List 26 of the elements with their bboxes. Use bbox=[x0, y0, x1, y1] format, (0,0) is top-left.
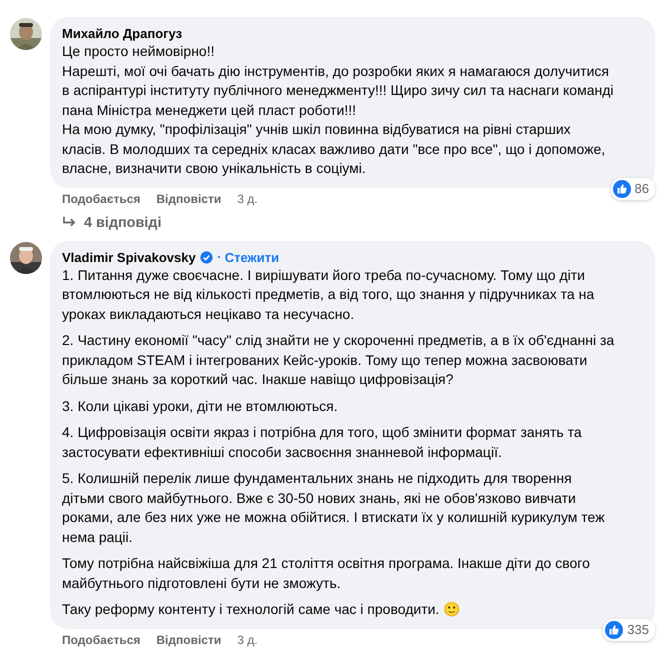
follow-link[interactable]: Стежити bbox=[224, 250, 280, 264]
comment-text: 3. Коли цікаві уроки, діти не втомлюються. bbox=[62, 396, 339, 416]
action-link[interactable]: Подобається bbox=[62, 632, 140, 646]
comment-text: Тому потрібна найсвіжіша для 21 століття освітня програма. Інакше діти до свого майбутнього підготовлені бути не зможуть. bbox=[62, 554, 591, 593]
comment-text: 2. Частину економії "часу" слід знайти не у скороченні предметів, а в їх об'єднанні за прикладом STEAM і інтегрованих Кейс-уроків. Тому що тепер можна засвоювати більше знань за короткий час. Інакше навіщо цифровізація? bbox=[62, 331, 616, 389]
comment-text: Це просто неймовірно!! bbox=[62, 42, 216, 61]
reaction-count[interactable]: 86 bbox=[610, 178, 655, 200]
action-link[interactable]: Відповісти bbox=[156, 632, 222, 646]
timestamp[interactable]: 3 д. bbox=[237, 192, 258, 206]
like-icon bbox=[605, 620, 624, 638]
comment-text: На мою думку, "профілізація" учнів шкіл повинна відбуватися на рівні старших класів. В молодших та середніх класах важливо дати "все про все", що і допоможе, власне, визначити свою унікальність в соціумі. bbox=[62, 120, 606, 178]
author-name[interactable]: Vladimir Spivakovsky bbox=[62, 250, 196, 264]
comment-text: 1. Питання дуже своєчасне. І вирішувати його треба по-сучасному. Тому що діти втомлюються не від кількості предметів, а від того, що знання у підручниках та на уроках викладаються нецікаво та несучасно. bbox=[62, 266, 596, 324]
verified-badge-icon bbox=[200, 250, 213, 264]
reaction-count[interactable]: 335 bbox=[603, 618, 655, 640]
action-link[interactable]: Відповісти bbox=[156, 192, 222, 206]
reply-arrow-icon bbox=[62, 216, 77, 229]
author-name[interactable]: Михайло Драпогуз bbox=[62, 26, 182, 41]
like-icon bbox=[612, 180, 631, 198]
comment-text: 5. Колишній перелік лише фундаментальних знань не підходить для творення дітьми свого майбутнього. Вже є 30-50 нових знань, які не обов'язково вивчати роками, але без них уже не можна обійтися. І втискати їх у колишній курикулум теж нема раціі. bbox=[62, 469, 606, 547]
comment-text: Таку реформу контенту і технологій саме час і проводити. 🙂 bbox=[62, 600, 462, 619]
comment-text: Нарешті, мої очі бачать дію інструментів, до розробки яких я намагаюся долучитися в аспірантурі інституту публічного менеджменту!!! Щиро зичу сил та наснаги команді пана Міністра менеджети цей пласт роботи!!! bbox=[62, 62, 615, 120]
view-replies-link[interactable]: 4 відповіді bbox=[62, 214, 162, 230]
timestamp[interactable]: 3 д. bbox=[237, 632, 258, 646]
comment-text: 4. Цифровізація освіти якраз і потрібна для того, щоб змінити формат занять та застосувати ефективніші способи засвоєння знанневой інформації. bbox=[62, 423, 583, 462]
action-link[interactable]: Подобається bbox=[62, 192, 140, 206]
